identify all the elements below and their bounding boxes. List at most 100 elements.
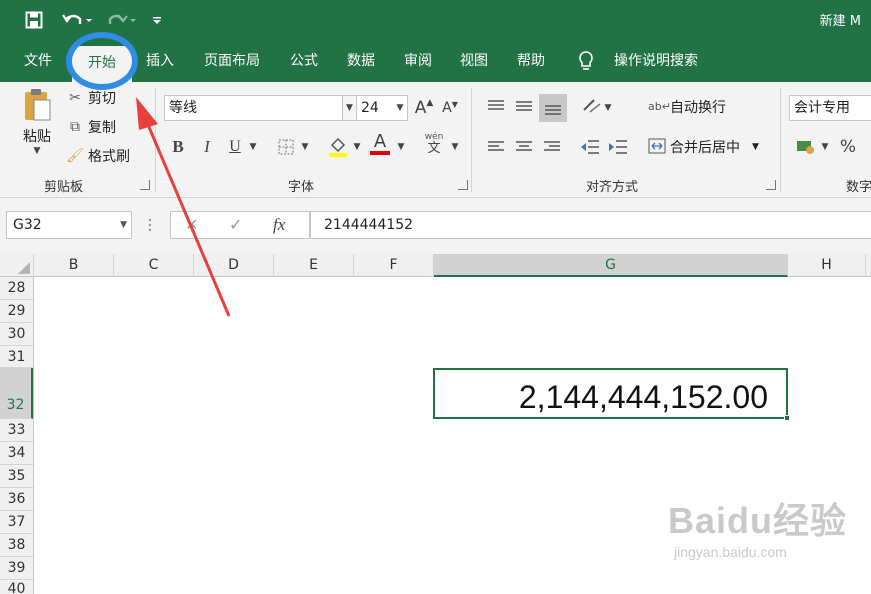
align-bottom-icon[interactable] (539, 94, 567, 122)
undo-icon[interactable] (58, 8, 96, 32)
lightbulb-icon[interactable] (576, 40, 596, 82)
chevron-down-icon[interactable]: ▼ (602, 96, 614, 120)
tab-data[interactable]: 数据 (336, 40, 386, 82)
column-header-e[interactable]: E (274, 254, 354, 277)
tab-insert[interactable]: 插入 (136, 40, 184, 82)
merge-center-button[interactable]: 合并后居中 ▼ (648, 137, 759, 157)
row-header-32[interactable]: 32 (0, 368, 33, 419)
cancel-icon[interactable]: ✕ (185, 215, 198, 234)
wrap-text-button[interactable]: ab↵ 自动换行 (648, 97, 726, 117)
group-divider (155, 88, 156, 192)
fill-handle[interactable] (784, 415, 790, 421)
align-center-icon[interactable] (512, 135, 536, 159)
row-header-33[interactable]: 33 (0, 419, 33, 442)
borders-icon[interactable] (274, 135, 298, 159)
grow-font-icon: A (414, 98, 427, 118)
scissors-icon: ✂ (69, 90, 81, 106)
font-name-combo[interactable]: 等线 ▼ (164, 95, 357, 121)
orientation-icon[interactable] (580, 94, 604, 118)
cut-button[interactable]: ✂ 剪切 (66, 88, 116, 108)
active-cell-g32[interactable]: 2,144,444,152.00 (433, 368, 788, 419)
select-all-button[interactable] (0, 254, 34, 277)
watermark-brand: Baidu经验 (668, 500, 848, 541)
column-header-h[interactable]: H (788, 254, 866, 277)
tell-me-search[interactable]: 操作说明搜索 (606, 40, 706, 82)
alignment-group-label: 对齐方式 (586, 180, 639, 195)
chevron-down-icon[interactable]: ▼ (393, 96, 407, 120)
copy-button[interactable]: ⧉ 复制 (66, 117, 116, 137)
row-header-37[interactable]: 37 (0, 511, 33, 534)
row-header-40[interactable]: 40 (0, 580, 33, 594)
align-right-icon[interactable] (540, 135, 564, 159)
italic-button[interactable]: I (195, 135, 219, 159)
row-header-36[interactable]: 36 (0, 488, 33, 511)
enter-icon[interactable]: ✓ (229, 215, 242, 234)
decrease-indent-icon[interactable] (578, 135, 602, 159)
chevron-down-icon[interactable]: ▼ (120, 212, 127, 238)
customize-qat-icon[interactable] (148, 8, 166, 32)
clipboard-dialog-launcher[interactable] (140, 180, 150, 190)
chevron-down-icon[interactable]: ▼ (448, 135, 462, 159)
row-header-38[interactable]: 38 (0, 534, 33, 557)
formula-input[interactable]: 2144444152 (310, 211, 871, 239)
tab-view[interactable]: 视图 (450, 40, 498, 82)
column-header-c[interactable]: C (114, 254, 194, 277)
row-header-39[interactable]: 39 (0, 557, 33, 580)
tab-file[interactable]: 文件 (10, 40, 66, 82)
paste-button[interactable]: 粘贴 ▼ (14, 88, 60, 156)
format-painter-button[interactable]: 🖌 格式刷 (66, 146, 130, 166)
underline-button[interactable]: U (223, 135, 247, 159)
column-header-d[interactable]: D (194, 254, 274, 277)
grow-font-button[interactable]: A ▲ (412, 96, 436, 120)
align-top-icon[interactable] (484, 94, 508, 118)
row-header-30[interactable]: 30 (0, 323, 33, 346)
row-header-35[interactable]: 35 (0, 465, 33, 488)
chevron-down-icon[interactable]: ▼ (298, 135, 312, 159)
baidu-watermark: Baidu经验 jingyan.baidu.com (668, 492, 847, 560)
increase-indent-icon[interactable] (606, 135, 630, 159)
formula-bar-splitter[interactable] (148, 217, 152, 233)
row-header-31[interactable]: 31 (0, 346, 33, 368)
number-format-combo[interactable]: 会计专用 (789, 95, 871, 121)
alignment-dialog-launcher[interactable] (766, 180, 776, 190)
font-dialog-launcher[interactable] (458, 180, 468, 190)
row-header-28[interactable]: 28 (0, 277, 33, 300)
column-header-b[interactable]: B (34, 254, 114, 277)
font-color-button[interactable]: A (368, 132, 392, 156)
tab-help[interactable]: 帮助 (506, 40, 556, 82)
currency-format-icon[interactable] (794, 135, 818, 159)
title-bar: 新建 M (0, 0, 871, 40)
column-header-f[interactable]: F (354, 254, 434, 277)
row-header-34[interactable]: 34 (0, 442, 33, 465)
bold-button[interactable]: B (166, 135, 190, 159)
chevron-down-icon[interactable]: ▼ (350, 135, 364, 159)
chevron-down-icon[interactable]: ▼ (818, 135, 832, 159)
chevron-down-icon[interactable]: ▼ (752, 142, 759, 152)
save-icon[interactable] (20, 8, 48, 32)
fill-color-icon[interactable] (326, 135, 350, 159)
ribbon: 粘贴 ▼ ✂ 剪切 ⧉ 复制 🖌 格式刷 剪贴板 等线 ▼ 24 ▼ A ▲ A ▼… (0, 82, 871, 198)
chevron-down-icon[interactable]: ▼ (246, 135, 260, 159)
row-header-29[interactable]: 29 (0, 300, 33, 323)
shrink-font-button[interactable]: A ▼ (438, 96, 462, 120)
column-headers: B C D E F G H (0, 254, 871, 277)
align-left-icon[interactable] (484, 135, 508, 159)
align-middle-icon[interactable] (512, 94, 536, 118)
clipboard-group-label: 剪贴板 (44, 180, 84, 195)
tab-formulas[interactable]: 公式 (280, 40, 328, 82)
percent-style-button[interactable]: % (836, 135, 860, 159)
tab-review[interactable]: 审阅 (394, 40, 442, 82)
document-title: 新建 M (819, 14, 861, 29)
tab-page-layout[interactable]: 页面布局 (192, 40, 272, 82)
name-box[interactable]: G32 ▼ (6, 211, 132, 239)
paste-dropdown-icon[interactable]: ▼ (34, 146, 41, 156)
column-header-g[interactable]: G (434, 254, 788, 277)
chevron-down-icon[interactable]: ▼ (342, 96, 356, 120)
insert-function-button[interactable]: fx (273, 215, 285, 235)
redo-icon[interactable] (102, 8, 140, 32)
chevron-down-icon[interactable]: ▼ (394, 135, 408, 159)
font-size-combo[interactable]: 24 ▼ (356, 95, 408, 121)
cut-label: 剪切 (88, 91, 116, 107)
phonetic-character: 文 (427, 141, 441, 156)
phonetic-guide-button[interactable]: wén 文 (420, 132, 448, 156)
